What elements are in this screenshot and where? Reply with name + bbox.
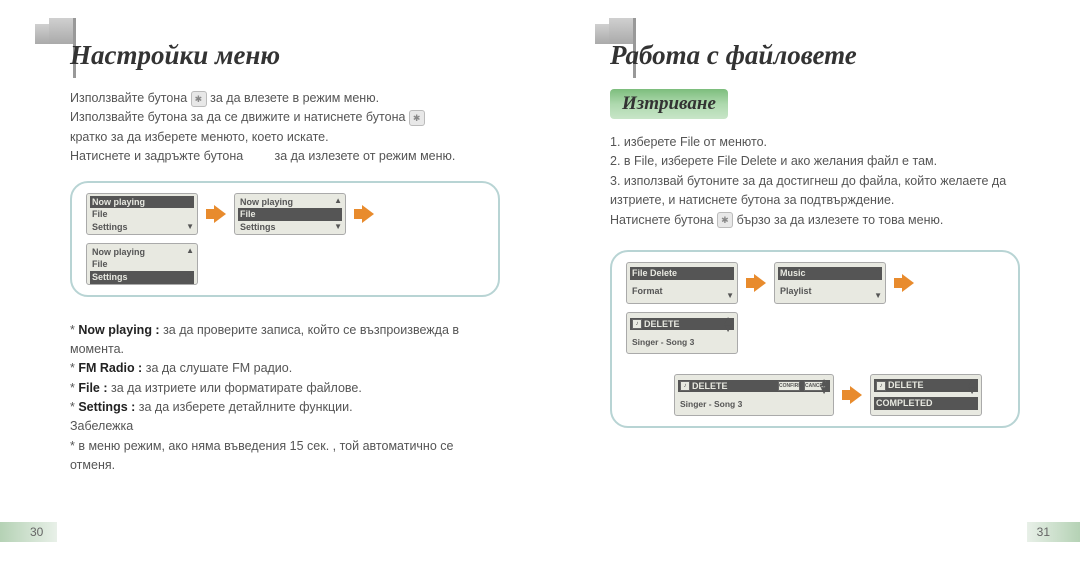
menu-screens-group: Now playing File Settings ▲ ▼ Now playin… — [70, 181, 500, 297]
updown-arrow-icon: ▲▼ — [966, 378, 978, 395]
text: Използвайте бутона за да се движите и на… — [70, 110, 405, 124]
song-name: Singer - Song 3 — [632, 337, 694, 347]
lcd-screen: Now playing File Settings ▲ ▼ — [234, 193, 346, 235]
menu-button-icon — [717, 212, 733, 228]
lcd-row-label: File Delete — [632, 268, 677, 279]
lcd-screen-delete: ♪ DELETE Singer - Song 3 ▲▼ — [626, 312, 738, 354]
down-arrow-icon: ▼ — [726, 291, 734, 301]
page-30: Настройки меню Използвайте бутона за да … — [0, 0, 540, 562]
lcd-screen-confirm: ♪ DELETE CONFIRM CANCEL Singer - Song 3 … — [674, 374, 834, 416]
step-arrow-icon — [206, 205, 226, 223]
menu-descriptions: * Now playing : за да проверите записа, … — [70, 321, 500, 476]
up-arrow-icon: ▲ — [874, 265, 882, 275]
text: 3. използвай бутоните за да достигнеш до… — [610, 174, 1006, 207]
lcd-row-label: File — [92, 259, 108, 270]
confirm-icon: CONFIRM — [778, 381, 800, 391]
updown-arrow-icon: ▲▼ — [818, 378, 830, 395]
note-text: * в меню режим, ако няма въведения 15 се… — [70, 439, 453, 472]
down-arrow-icon: ▼ — [186, 272, 194, 282]
completed-label: COMPLETED — [876, 398, 933, 409]
page-31: Работа с файловете Изтриване 1. изберете… — [540, 0, 1080, 562]
menu-button-icon — [191, 91, 207, 107]
intro-text: Използвайте бутона за да влезете в режим… — [70, 89, 500, 167]
lcd-row-label: Settings — [92, 222, 128, 233]
delete-screens-group: File Delete Format ▲ ▼ Music Playlist ▲ … — [610, 250, 1020, 428]
lcd-row-label: Music — [780, 268, 806, 279]
lcd-row-label: Settings — [92, 272, 128, 283]
step-arrow-icon — [354, 205, 374, 223]
step-arrow-icon — [842, 386, 862, 404]
bullet-label: Settings : — [78, 400, 135, 414]
down-arrow-icon: ▼ — [186, 222, 194, 232]
text: бързо за да излезете то това меню. — [737, 213, 944, 227]
delete-instructions: 1. изберете File от менюто. 2. в File, и… — [610, 133, 1020, 230]
text: за да излезете от режим меню. — [274, 149, 455, 163]
up-arrow-icon: ▲ — [726, 265, 734, 275]
text: 2. в File, изберете File Delete и ако же… — [610, 154, 937, 168]
lcd-row-label: Now playing — [92, 247, 145, 258]
lcd-row-label: Now playing — [92, 197, 145, 208]
up-arrow-icon: ▲ — [186, 246, 194, 256]
song-name: Singer - Song 3 — [680, 399, 742, 409]
lcd-row-label: File — [92, 209, 108, 220]
page-title: Работа с файловете — [610, 40, 1020, 71]
music-file-icon: ♪ — [876, 381, 886, 391]
bullet-label: FM Radio : — [78, 361, 142, 375]
bullet-text: за да слушате FM радио. — [142, 361, 292, 375]
lcd-screen: File Delete Format ▲ ▼ — [626, 262, 738, 304]
lcd-screen: Music Playlist ▲ ▼ — [774, 262, 886, 304]
lcd-screen-completed: ♪ DELETE COMPLETED ▲▼ — [870, 374, 982, 416]
text: Използвайте бутона — [70, 91, 187, 105]
lcd-screen: Now playing File Settings ▲ ▼ — [86, 243, 198, 285]
step-arrow-icon — [894, 274, 914, 292]
page-number: 31 — [1027, 522, 1080, 542]
up-arrow-icon: ▲ — [334, 196, 342, 206]
updown-arrow-icon: ▲▼ — [722, 316, 734, 333]
lcd-row-label: DELETE — [692, 381, 728, 392]
lcd-screen: Now playing File Settings ▲ ▼ — [86, 193, 198, 235]
lcd-row-label: DELETE — [888, 380, 924, 391]
text: за да влезете в режим меню. — [210, 91, 379, 105]
lcd-row-label: DELETE — [644, 319, 680, 330]
step-arrow-icon — [746, 274, 766, 292]
bullet-label: Now playing : — [78, 323, 159, 337]
down-arrow-icon: ▼ — [874, 291, 882, 301]
text: Натиснете бутона — [610, 213, 714, 227]
music-file-icon: ♪ — [680, 381, 690, 391]
bullet-text: за да изберете детайлните функции. — [135, 400, 352, 414]
text: 1. изберете File от менюто. — [610, 135, 767, 149]
lcd-row-label: Playlist — [780, 286, 812, 297]
note-label: Забележка — [70, 419, 133, 433]
up-arrow-icon: ▲ — [186, 196, 194, 206]
section-heading: Изтриване — [610, 89, 728, 119]
menu-button-icon — [409, 110, 425, 126]
music-file-icon: ♪ — [632, 319, 642, 329]
page-number: 30 — [0, 522, 57, 542]
text: Натиснете и задръжте бутона — [70, 149, 243, 163]
bullet-text: за да изтриете или форматирате файлове. — [108, 381, 362, 395]
bullet-label: File : — [78, 381, 107, 395]
lcd-row-label: Settings — [240, 222, 276, 233]
text: кратко за да изберете менюто, което иска… — [70, 130, 329, 144]
lcd-row-label: File — [240, 209, 256, 220]
lcd-row-label: Format — [632, 286, 663, 297]
page-title: Настройки меню — [70, 40, 500, 71]
lcd-row-label: Now playing — [240, 197, 293, 208]
down-arrow-icon: ▼ — [334, 222, 342, 232]
